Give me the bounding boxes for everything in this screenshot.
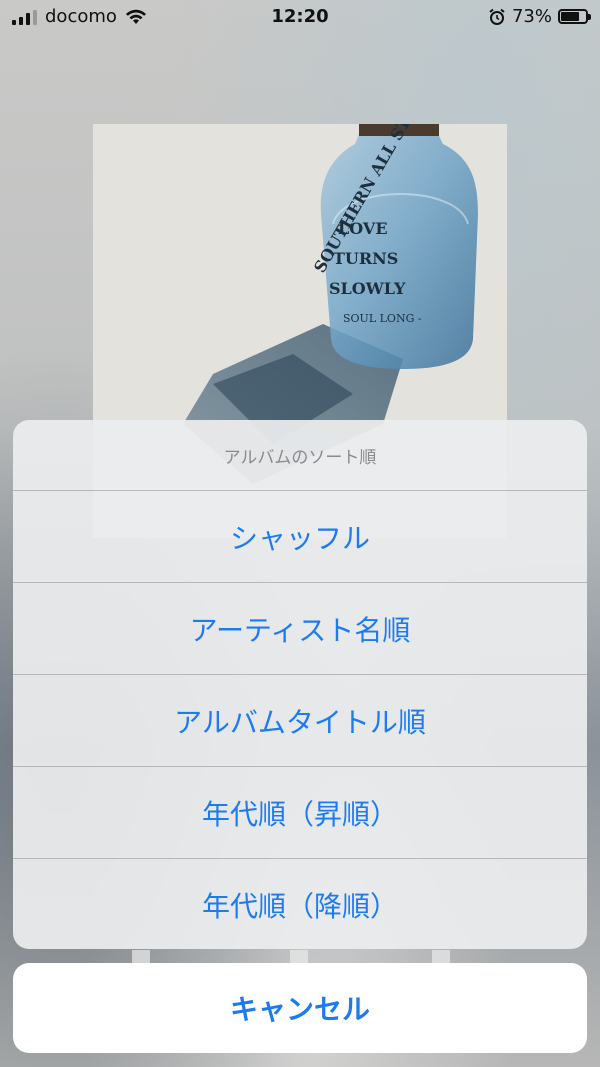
bottle-subtext: SOUL LONG - xyxy=(343,312,422,325)
bottle-line2: TURNS xyxy=(333,249,398,268)
status-right: 73% xyxy=(488,6,591,27)
background-shape xyxy=(432,950,450,964)
bottle-line1: LOVE xyxy=(338,219,388,238)
alarm-clock-icon xyxy=(489,8,505,25)
bottle-line3: SLOWLY xyxy=(329,279,406,298)
status-bar: docomo 12:20 73% xyxy=(0,0,600,36)
sort-option-artist-name[interactable]: アーティスト名順 xyxy=(13,583,587,675)
sort-option-year-descending[interactable]: 年代順（降順） xyxy=(13,859,587,949)
action-sheet: アルバムのソート順 シャッフル アーティスト名順 アルバムタイトル順 年代順（昇… xyxy=(13,420,587,949)
battery-icon xyxy=(558,9,591,24)
background-shape xyxy=(290,950,308,964)
action-sheet-title: アルバムのソート順 xyxy=(13,420,587,491)
sort-option-album-title[interactable]: アルバムタイトル順 xyxy=(13,675,587,767)
battery-fill xyxy=(561,12,579,21)
battery-percent: 73% xyxy=(511,6,552,27)
sort-option-shuffle[interactable]: シャッフル xyxy=(13,491,587,583)
sort-option-year-ascending[interactable]: 年代順（昇順） xyxy=(13,767,587,859)
cancel-button[interactable]: キャンセル xyxy=(13,963,587,1053)
background-shape xyxy=(132,950,150,964)
